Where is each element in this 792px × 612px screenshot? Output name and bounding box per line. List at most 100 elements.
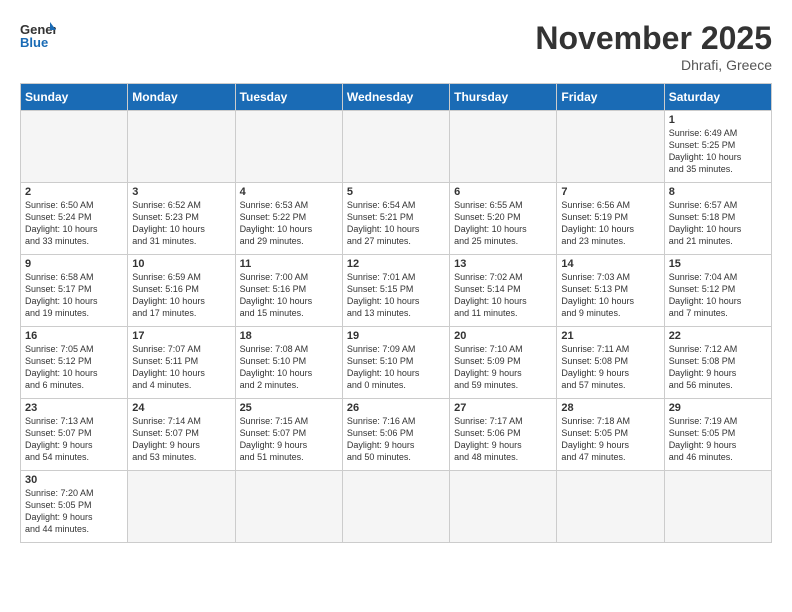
day-info: Sunrise: 7:02 AM Sunset: 5:14 PM Dayligh… <box>454 271 552 320</box>
day-info: Sunrise: 7:15 AM Sunset: 5:07 PM Dayligh… <box>240 415 338 464</box>
day-number: 9 <box>25 258 123 270</box>
table-row: 30Sunrise: 7:20 AM Sunset: 5:05 PM Dayli… <box>21 471 128 543</box>
weekday-header-row: Sunday Monday Tuesday Wednesday Thursday… <box>21 84 772 111</box>
day-number: 7 <box>561 186 659 198</box>
table-row <box>342 471 449 543</box>
day-number: 27 <box>454 402 552 414</box>
header-monday: Monday <box>128 84 235 111</box>
day-info: Sunrise: 7:03 AM Sunset: 5:13 PM Dayligh… <box>561 271 659 320</box>
table-row: 14Sunrise: 7:03 AM Sunset: 5:13 PM Dayli… <box>557 255 664 327</box>
table-row <box>664 471 771 543</box>
day-info: Sunrise: 7:07 AM Sunset: 5:11 PM Dayligh… <box>132 343 230 392</box>
day-number: 25 <box>240 402 338 414</box>
table-row: 4Sunrise: 6:53 AM Sunset: 5:22 PM Daylig… <box>235 183 342 255</box>
day-info: Sunrise: 7:08 AM Sunset: 5:10 PM Dayligh… <box>240 343 338 392</box>
day-number: 3 <box>132 186 230 198</box>
day-number: 22 <box>669 330 767 342</box>
logo: General Blue <box>20 20 56 50</box>
table-row: 11Sunrise: 7:00 AM Sunset: 5:16 PM Dayli… <box>235 255 342 327</box>
day-info: Sunrise: 6:58 AM Sunset: 5:17 PM Dayligh… <box>25 271 123 320</box>
calendar-row: 1Sunrise: 6:49 AM Sunset: 5:25 PM Daylig… <box>21 111 772 183</box>
calendar-table: Sunday Monday Tuesday Wednesday Thursday… <box>20 83 772 543</box>
day-number: 15 <box>669 258 767 270</box>
table-row: 17Sunrise: 7:07 AM Sunset: 5:11 PM Dayli… <box>128 327 235 399</box>
day-info: Sunrise: 7:17 AM Sunset: 5:06 PM Dayligh… <box>454 415 552 464</box>
day-number: 2 <box>25 186 123 198</box>
logo-icon: General Blue <box>20 20 56 50</box>
table-row: 25Sunrise: 7:15 AM Sunset: 5:07 PM Dayli… <box>235 399 342 471</box>
day-info: Sunrise: 7:16 AM Sunset: 5:06 PM Dayligh… <box>347 415 445 464</box>
table-row <box>128 111 235 183</box>
table-row: 23Sunrise: 7:13 AM Sunset: 5:07 PM Dayli… <box>21 399 128 471</box>
location: Dhrafi, Greece <box>535 57 772 73</box>
day-info: Sunrise: 6:55 AM Sunset: 5:20 PM Dayligh… <box>454 199 552 248</box>
day-info: Sunrise: 7:19 AM Sunset: 5:05 PM Dayligh… <box>669 415 767 464</box>
day-number: 6 <box>454 186 552 198</box>
day-number: 11 <box>240 258 338 270</box>
day-number: 24 <box>132 402 230 414</box>
table-row: 2Sunrise: 6:50 AM Sunset: 5:24 PM Daylig… <box>21 183 128 255</box>
table-row <box>450 471 557 543</box>
table-row: 16Sunrise: 7:05 AM Sunset: 5:12 PM Dayli… <box>21 327 128 399</box>
day-number: 19 <box>347 330 445 342</box>
table-row: 8Sunrise: 6:57 AM Sunset: 5:18 PM Daylig… <box>664 183 771 255</box>
day-info: Sunrise: 7:09 AM Sunset: 5:10 PM Dayligh… <box>347 343 445 392</box>
day-number: 10 <box>132 258 230 270</box>
day-number: 16 <box>25 330 123 342</box>
table-row: 7Sunrise: 6:56 AM Sunset: 5:19 PM Daylig… <box>557 183 664 255</box>
svg-text:Blue: Blue <box>20 35 48 50</box>
day-number: 13 <box>454 258 552 270</box>
day-info: Sunrise: 6:54 AM Sunset: 5:21 PM Dayligh… <box>347 199 445 248</box>
day-info: Sunrise: 7:00 AM Sunset: 5:16 PM Dayligh… <box>240 271 338 320</box>
day-info: Sunrise: 6:49 AM Sunset: 5:25 PM Dayligh… <box>669 127 767 176</box>
day-number: 23 <box>25 402 123 414</box>
day-number: 29 <box>669 402 767 414</box>
day-info: Sunrise: 7:20 AM Sunset: 5:05 PM Dayligh… <box>25 487 123 536</box>
header-wednesday: Wednesday <box>342 84 449 111</box>
table-row: 12Sunrise: 7:01 AM Sunset: 5:15 PM Dayli… <box>342 255 449 327</box>
day-number: 4 <box>240 186 338 198</box>
day-number: 18 <box>240 330 338 342</box>
table-row: 29Sunrise: 7:19 AM Sunset: 5:05 PM Dayli… <box>664 399 771 471</box>
table-row <box>235 111 342 183</box>
day-number: 8 <box>669 186 767 198</box>
month-title: November 2025 <box>535 20 772 57</box>
table-row: 21Sunrise: 7:11 AM Sunset: 5:08 PM Dayli… <box>557 327 664 399</box>
day-info: Sunrise: 7:18 AM Sunset: 5:05 PM Dayligh… <box>561 415 659 464</box>
calendar-row: 9Sunrise: 6:58 AM Sunset: 5:17 PM Daylig… <box>21 255 772 327</box>
day-info: Sunrise: 7:13 AM Sunset: 5:07 PM Dayligh… <box>25 415 123 464</box>
table-row: 24Sunrise: 7:14 AM Sunset: 5:07 PM Dayli… <box>128 399 235 471</box>
day-info: Sunrise: 6:59 AM Sunset: 5:16 PM Dayligh… <box>132 271 230 320</box>
day-number: 20 <box>454 330 552 342</box>
header-saturday: Saturday <box>664 84 771 111</box>
day-info: Sunrise: 6:50 AM Sunset: 5:24 PM Dayligh… <box>25 199 123 248</box>
calendar-row: 16Sunrise: 7:05 AM Sunset: 5:12 PM Dayli… <box>21 327 772 399</box>
table-row <box>342 111 449 183</box>
header-friday: Friday <box>557 84 664 111</box>
day-info: Sunrise: 7:01 AM Sunset: 5:15 PM Dayligh… <box>347 271 445 320</box>
day-number: 21 <box>561 330 659 342</box>
day-info: Sunrise: 7:12 AM Sunset: 5:08 PM Dayligh… <box>669 343 767 392</box>
table-row <box>557 471 664 543</box>
table-row: 27Sunrise: 7:17 AM Sunset: 5:06 PM Dayli… <box>450 399 557 471</box>
day-number: 28 <box>561 402 659 414</box>
day-number: 26 <box>347 402 445 414</box>
table-row <box>21 111 128 183</box>
day-number: 17 <box>132 330 230 342</box>
day-info: Sunrise: 6:57 AM Sunset: 5:18 PM Dayligh… <box>669 199 767 248</box>
table-row <box>557 111 664 183</box>
header-tuesday: Tuesday <box>235 84 342 111</box>
header-thursday: Thursday <box>450 84 557 111</box>
table-row <box>450 111 557 183</box>
table-row <box>235 471 342 543</box>
table-row: 10Sunrise: 6:59 AM Sunset: 5:16 PM Dayli… <box>128 255 235 327</box>
day-info: Sunrise: 7:05 AM Sunset: 5:12 PM Dayligh… <box>25 343 123 392</box>
table-row: 5Sunrise: 6:54 AM Sunset: 5:21 PM Daylig… <box>342 183 449 255</box>
calendar-row: 30Sunrise: 7:20 AM Sunset: 5:05 PM Dayli… <box>21 471 772 543</box>
table-row: 26Sunrise: 7:16 AM Sunset: 5:06 PM Dayli… <box>342 399 449 471</box>
day-number: 30 <box>25 474 123 486</box>
table-row: 9Sunrise: 6:58 AM Sunset: 5:17 PM Daylig… <box>21 255 128 327</box>
title-block: November 2025 Dhrafi, Greece <box>535 20 772 73</box>
day-number: 12 <box>347 258 445 270</box>
day-info: Sunrise: 6:53 AM Sunset: 5:22 PM Dayligh… <box>240 199 338 248</box>
